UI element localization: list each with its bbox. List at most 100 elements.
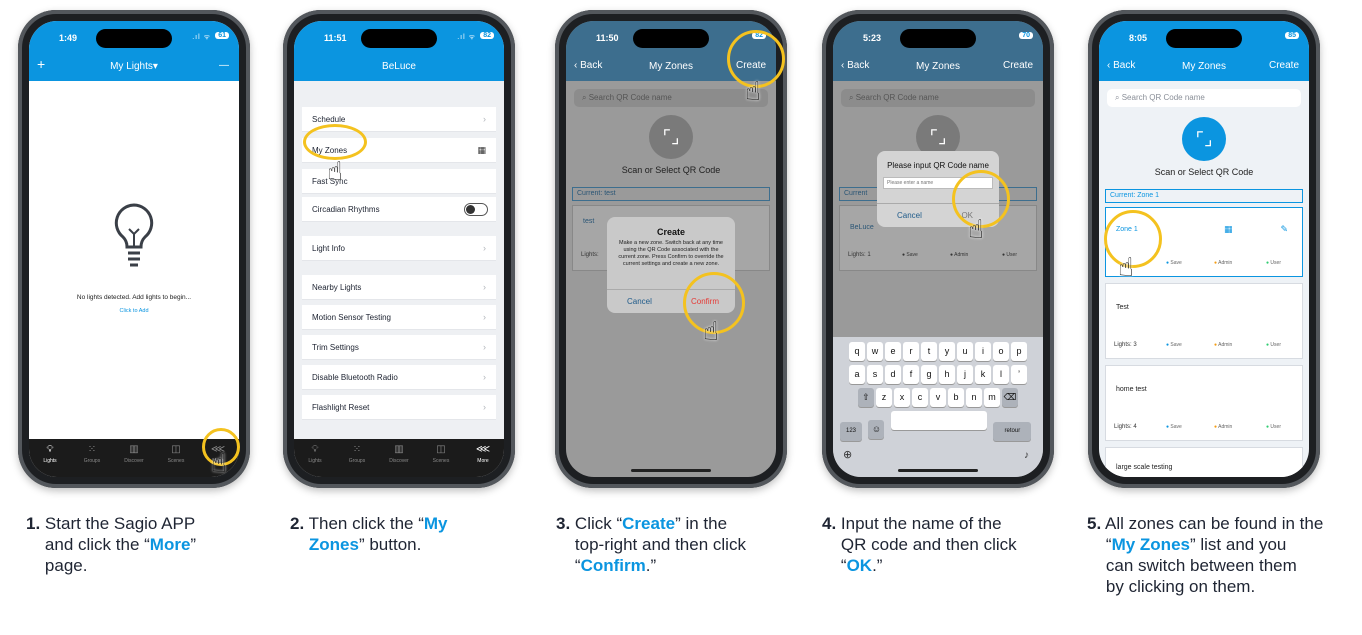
caption-text: and click the “ (44, 535, 150, 554)
caption-text: Click “ (574, 514, 623, 533)
cancel-button[interactable]: Cancel (627, 297, 652, 306)
zone-card-test[interactable]: Test Lights: 3 ● Save ● Admin ● User (1105, 283, 1303, 359)
key-d[interactable]: d (885, 365, 901, 384)
return-key[interactable]: retour (993, 422, 1032, 441)
key-f[interactable]: f (903, 365, 919, 384)
key-x[interactable]: x (894, 388, 910, 407)
battery-badge: 82 (480, 32, 494, 39)
key-l[interactable]: l (993, 365, 1009, 384)
edit-icon[interactable]: ✎ (1280, 224, 1288, 235)
search-input[interactable]: ⌕ Search QR Code name (1107, 89, 1301, 107)
key-a[interactable]: a (849, 365, 865, 384)
save-option[interactable]: ● Save (1166, 342, 1182, 348)
step-number: 4. (822, 514, 837, 533)
key-i[interactable]: i (975, 342, 991, 361)
cancel-button[interactable]: Cancel (897, 211, 922, 220)
admin-option[interactable]: ● Admin (1214, 342, 1232, 348)
key-y[interactable]: y (939, 342, 955, 361)
home-indicator (898, 469, 978, 472)
user-option[interactable]: ● User (1266, 260, 1281, 266)
tab-scenes[interactable]: ◫ Scenes (160, 444, 192, 477)
space-key[interactable] (890, 411, 987, 430)
menu-motion-sensor-testing[interactable]: Motion Sensor Testing › (302, 305, 496, 330)
nav-title[interactable]: My Lights▾ (29, 61, 239, 72)
discover-icon: ▥ (394, 444, 404, 455)
key-t[interactable]: t (921, 342, 937, 361)
key-o[interactable]: o (993, 342, 1009, 361)
delete-key[interactable]: ⌫ (1002, 388, 1018, 407)
key-’[interactable]: ’ (1011, 365, 1027, 384)
caption-step-5: 5. All zones can be found in the “My Zon… (1087, 513, 1361, 597)
zone-card-large-scale-testing[interactable]: large scale testing (1105, 447, 1303, 477)
tab-scenes[interactable]: ◫ Scenes (425, 444, 457, 477)
tab-label: Discover (389, 458, 409, 464)
save-option[interactable]: ● Save (1166, 424, 1182, 430)
tab-more[interactable]: ⋘ More (467, 444, 499, 477)
phone-4: 5:23 70 ‹ Back My Zones Create ⌕ Search … (822, 10, 1054, 488)
create-button[interactable]: Create (1003, 60, 1033, 71)
save-option[interactable]: ● Save (1166, 260, 1182, 266)
globe-icon[interactable]: ⊕ (843, 448, 852, 461)
user-option[interactable]: ● User (1266, 342, 1281, 348)
menu-circadian-rhythms[interactable]: Circadian Rhythms (302, 197, 496, 222)
user-option[interactable]: ● User (1002, 252, 1017, 258)
save-option[interactable]: ● Save (902, 252, 918, 258)
tab-discover[interactable]: ▥ Discover (383, 444, 415, 477)
key-w[interactable]: w (867, 342, 883, 361)
emoji-key[interactable]: ☺ (868, 420, 885, 439)
caption-step-2: 2. Then click the “My Zones” button. (290, 513, 520, 555)
key-b[interactable]: b (948, 388, 964, 407)
key-k[interactable]: k (975, 365, 991, 384)
menu-flashlight-reset[interactable]: Flashlight Reset › (302, 395, 496, 420)
menu-trim-settings[interactable]: Trim Settings › (302, 335, 496, 360)
key-e[interactable]: e (885, 342, 901, 361)
search-input[interactable]: ⌕ Search QR Code name (841, 89, 1035, 107)
tab-groups[interactable]: ⁙ Groups (76, 444, 108, 477)
key-s[interactable]: s (867, 365, 883, 384)
mic-icon[interactable]: ♪ (1024, 450, 1029, 461)
menu-nearby-lights[interactable]: Nearby Lights › (302, 275, 496, 300)
key-j[interactable]: j (957, 365, 973, 384)
key-v[interactable]: v (930, 388, 946, 407)
toggle-switch[interactable] (464, 203, 488, 216)
tab-lights[interactable]: 💡︎ Lights (299, 444, 331, 477)
key-g[interactable]: g (921, 365, 937, 384)
key-m[interactable]: m (984, 388, 1000, 407)
current-zone: Current: Zone 1 (1105, 189, 1303, 203)
scan-qr-button[interactable]: ⌜⌟ (649, 115, 693, 159)
scan-qr-button[interactable]: ⌜⌟ (1182, 117, 1226, 161)
grid-icon: ⁙ (87, 444, 97, 455)
chevron-right-icon: › (483, 243, 486, 253)
tab-discover[interactable]: ▥ Discover (118, 444, 150, 477)
create-button[interactable]: Create (1269, 60, 1299, 71)
qr-code-icon[interactable]: ▦ (1224, 224, 1233, 235)
key-z[interactable]: z (876, 388, 892, 407)
admin-option[interactable]: ● Admin (1214, 260, 1232, 266)
click-to-add-link[interactable]: Click to Add (29, 308, 239, 314)
key-r[interactable]: r (903, 342, 919, 361)
admin-option[interactable]: ● Admin (950, 252, 968, 258)
key-n[interactable]: n (966, 388, 982, 407)
shift-key[interactable]: ⇧ (858, 388, 874, 407)
key-p[interactable]: p (1011, 342, 1027, 361)
dynamic-island (96, 29, 172, 48)
menu-light-info[interactable]: Light Info › (302, 236, 496, 261)
chevron-right-icon: › (483, 402, 486, 412)
user-label: User (1270, 342, 1281, 348)
key-q[interactable]: q (849, 342, 865, 361)
numbers-key[interactable]: 123 (840, 422, 862, 441)
tab-lights[interactable]: 💡︎ Lights (34, 444, 66, 477)
zone-card-home-test[interactable]: home test Lights: 4 ● Save ● Admin ● Use… (1105, 365, 1303, 441)
clock: 11:50 (596, 33, 619, 43)
admin-option[interactable]: ● Admin (1214, 424, 1232, 430)
minus-button[interactable]: — (219, 60, 229, 71)
key-u[interactable]: u (957, 342, 973, 361)
key-c[interactable]: c (912, 388, 928, 407)
menu-disable-bluetooth[interactable]: Disable Bluetooth Radio › (302, 365, 496, 390)
search-input[interactable]: ⌕ Search QR Code name (574, 89, 768, 107)
caption-text: ” (190, 535, 197, 554)
user-option[interactable]: ● User (1266, 424, 1281, 430)
key-h[interactable]: h (939, 365, 955, 384)
tab-groups[interactable]: ⁙ Groups (341, 444, 373, 477)
menu-label: Flashlight Reset (312, 403, 370, 412)
